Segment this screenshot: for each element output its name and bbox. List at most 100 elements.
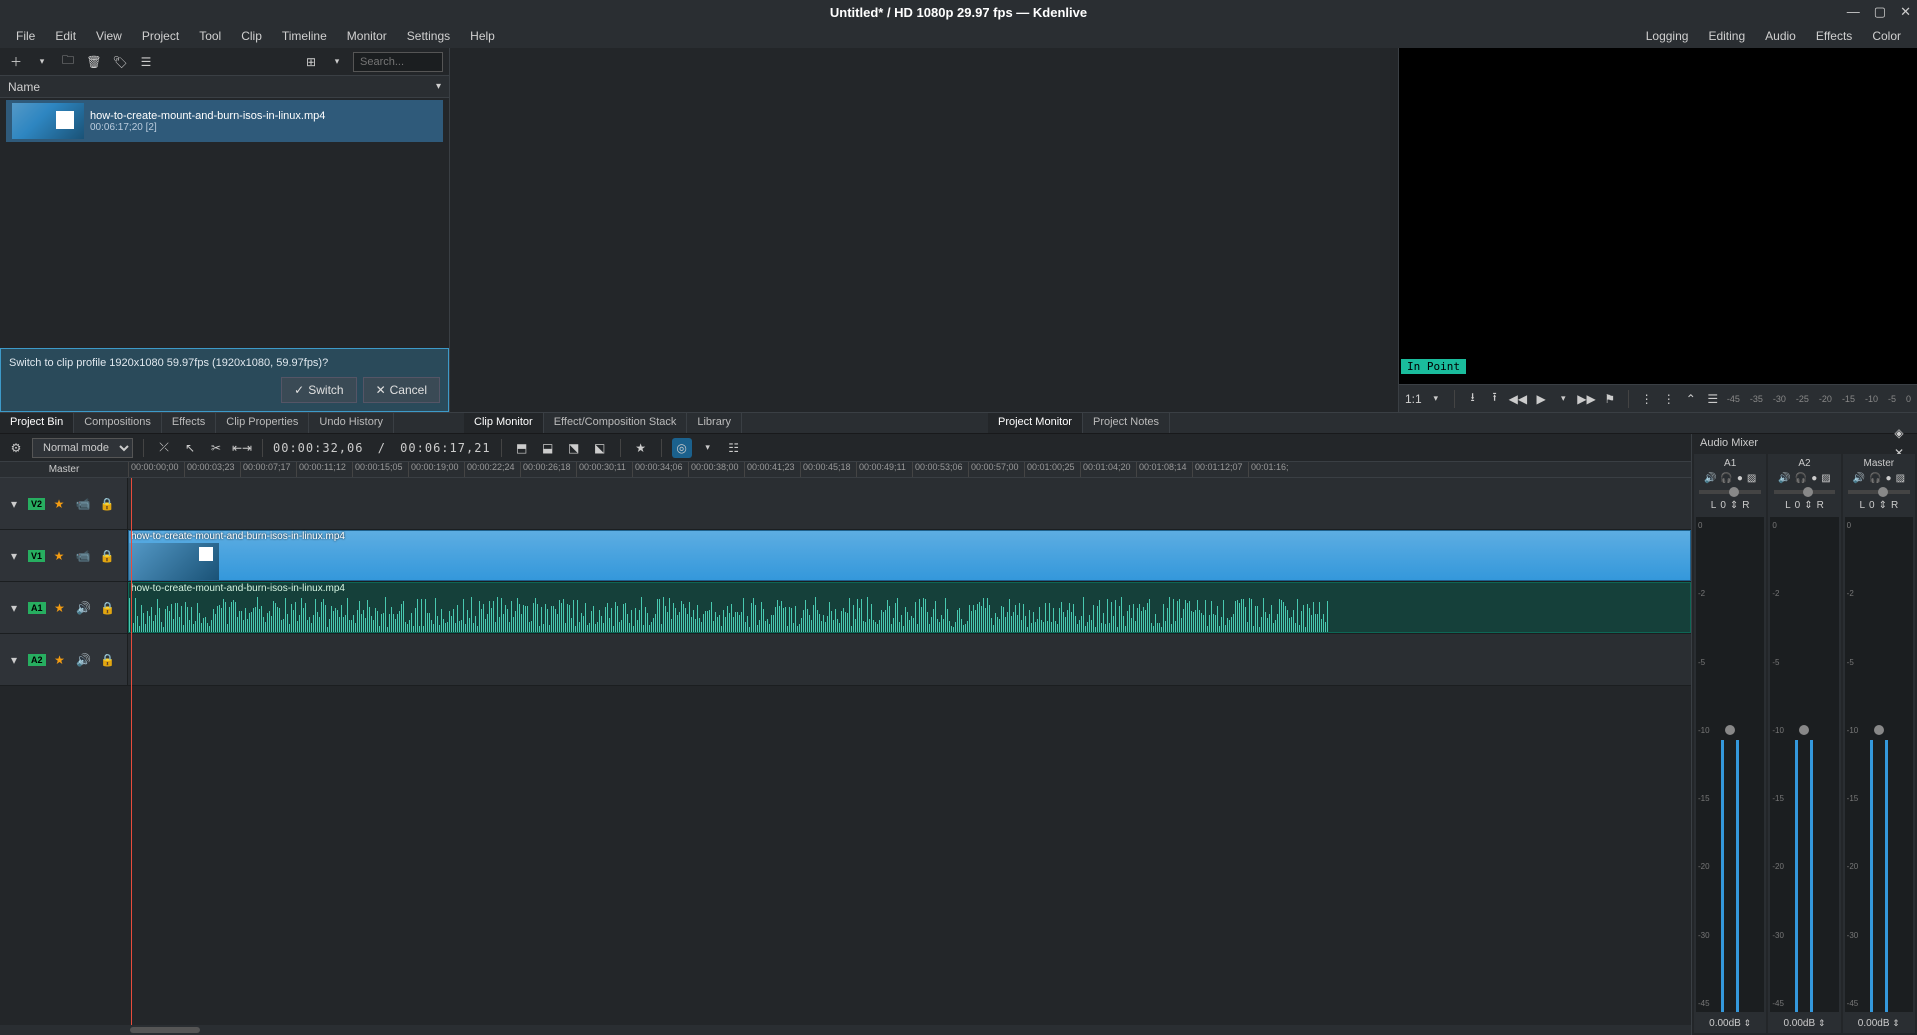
settings-icon[interactable]: ⚙ [6,438,26,458]
spacer-icon[interactable]: ⇤⇥ [232,438,252,458]
workspace-color[interactable]: Color [1862,26,1911,46]
razor-icon[interactable]: ✂ [206,438,226,458]
tab-clip-monitor[interactable]: Clip Monitor [464,413,544,433]
lock-icon[interactable]: 🔒 [97,546,117,566]
level-meter[interactable]: 0-2-5-10-15-20-30-45 [1845,517,1913,1012]
lock-icon[interactable]: 🔒 [98,598,118,618]
delete-icon[interactable]: 🗑 [84,52,104,72]
add-clip-icon[interactable]: ＋ [6,52,26,72]
extract-icon[interactable]: ⬔ [564,438,584,458]
rewind-icon[interactable]: ◀◀ [1509,389,1527,409]
scrollbar-thumb[interactable] [130,1027,200,1033]
lift-icon[interactable]: ⬕ [590,438,610,458]
pan-spin[interactable]: ⇕ [1730,500,1738,511]
pan-val[interactable]: 0 [1795,500,1801,511]
mute-icon[interactable]: 🔊 [1853,473,1865,484]
rec-icon[interactable]: ● [1886,473,1892,484]
star-icon[interactable]: ★ [49,494,69,514]
preview-dropdown-icon[interactable]: ▾ [698,438,718,458]
track-head-v2[interactable]: ▾ V2 ★ 📹 🔒 [0,478,128,529]
preview-viewport[interactable]: In Point [1399,48,1917,384]
rec-icon[interactable]: ● [1737,473,1743,484]
set-out-icon[interactable]: ⭱ [1487,389,1503,409]
lock-icon[interactable]: 🔒 [98,650,118,670]
search-input[interactable] [353,52,443,72]
timeline-ruler[interactable]: Master 00:00:00;0000:00:03;2300:00:07;17… [0,462,1691,478]
cancel-button[interactable]: ✕Cancel [363,377,440,403]
menu-view[interactable]: View [86,26,132,46]
tab-project-notes[interactable]: Project Notes [1083,413,1170,433]
menu-help[interactable]: Help [460,26,505,46]
preview-render-icon[interactable]: ◎ [672,438,692,458]
track-lane-v2[interactable] [128,478,1691,529]
db-value[interactable]: 0.00dB ⇕ [1709,1018,1751,1029]
forward-icon[interactable]: ▶▶ [1577,389,1595,409]
workspace-audio[interactable]: Audio [1755,26,1806,46]
workspace-logging[interactable]: Logging [1636,26,1699,46]
timeline-clip-audio[interactable]: how-to-create-mount-and-burn-isos-in-lin… [128,582,1691,633]
menu-monitor[interactable]: Monitor [337,26,397,46]
bin-clip-item[interactable]: how-to-create-mount-and-burn-isos-in-lin… [6,100,443,142]
track-head-a2[interactable]: ▾ A2 ★ 🔊 🔒 [0,634,128,685]
menu-tool[interactable]: Tool [189,26,231,46]
fader-knob[interactable] [1725,725,1735,735]
switch-button[interactable]: ✓Switch [281,377,356,403]
set-in-icon[interactable]: ⭳ [1465,389,1481,409]
fx-icon[interactable]: ▨ [1747,473,1756,484]
level-meter[interactable]: 0-2-5-10-15-20-30-45 [1770,517,1838,1012]
overwrite-icon[interactable]: ⬓ [538,438,558,458]
tab-effects[interactable]: Effects [162,413,216,433]
menu-icon[interactable]: ☰ [136,52,156,72]
workspace-effects[interactable]: Effects [1806,26,1862,46]
fader-knob[interactable] [1874,725,1884,735]
audio-icon[interactable]: 🔊 [74,598,94,618]
collapse-icon[interactable]: ▾ [4,650,24,670]
play-icon[interactable]: ▶ [1533,389,1549,409]
mixer-toggle-icon[interactable]: ☷ [724,438,744,458]
star-icon[interactable]: ★ [50,650,70,670]
tag-icon[interactable]: 🏷 [110,52,130,72]
star-icon[interactable]: ★ [49,546,69,566]
db-value[interactable]: 0.00dB ⇕ [1783,1018,1825,1029]
fx-icon[interactable]: ▨ [1896,473,1905,484]
collapse-icon[interactable]: ▾ [4,598,24,618]
solo-icon[interactable]: 🎧 [1869,473,1881,484]
solo-icon[interactable]: 🎧 [1720,473,1732,484]
mixer-opt-icon[interactable]: ◈ [1889,423,1909,443]
compositing-icon[interactable]: ⤫ [154,438,174,458]
view-mode-dropdown-icon[interactable]: ▾ [327,52,347,72]
opt1-icon[interactable]: ⋮ [1639,389,1655,409]
menu-settings[interactable]: Settings [397,26,460,46]
minimize-icon[interactable]: — [1847,4,1860,20]
timeline-tracks[interactable]: ▾ V2 ★ 📹 🔒 ▾ V1 ★ 📹 🔒 [0,478,1691,1025]
track-lane-a1[interactable]: how-to-create-mount-and-burn-isos-in-lin… [128,582,1691,633]
collapse-icon[interactable]: ▾ [4,546,24,566]
fx-icon[interactable]: ▨ [1821,473,1830,484]
tab-library[interactable]: Library [687,413,742,433]
pan-val[interactable]: 0 [1720,500,1726,511]
add-clip-dropdown-icon[interactable]: ▾ [32,52,52,72]
track-lane-v1[interactable]: how-to-create-mount-and-burn-isos-in-lin… [128,530,1691,581]
track-head-a1[interactable]: ▾ A1 ★ 🔊 🔒 [0,582,128,633]
ratio-label[interactable]: 1:1 [1405,392,1422,406]
track-lane-a2[interactable] [128,634,1691,685]
track-head-v1[interactable]: ▾ V1 ★ 📹 🔒 [0,530,128,581]
pan-spin[interactable]: ⇕ [1804,500,1812,511]
timeline-clip-video[interactable]: how-to-create-mount-and-burn-isos-in-lin… [128,530,1691,581]
timeline-position[interactable]: 00:00:32,06 [273,441,363,455]
select-tool-icon[interactable]: ↖ [180,438,200,458]
menu-timeline[interactable]: Timeline [272,26,337,46]
hamburger-icon[interactable]: ☰ [1705,389,1721,409]
tab-undo-history[interactable]: Undo History [309,413,394,433]
audio-icon[interactable]: 🔊 [74,650,94,670]
menu-clip[interactable]: Clip [231,26,272,46]
pan-spin[interactable]: ⇕ [1879,500,1887,511]
timeline-scrollbar[interactable] [0,1025,1691,1035]
workspace-editing[interactable]: Editing [1698,26,1755,46]
solo-icon[interactable]: 🎧 [1795,473,1807,484]
opt2-icon[interactable]: ⋮ [1661,389,1677,409]
marker-icon[interactable]: ⚑ [1602,389,1618,409]
bin-name-header[interactable]: Name ▾ [0,76,449,98]
tab-project-monitor[interactable]: Project Monitor [988,413,1083,433]
view-mode-icon[interactable]: ⊞ [301,52,321,72]
